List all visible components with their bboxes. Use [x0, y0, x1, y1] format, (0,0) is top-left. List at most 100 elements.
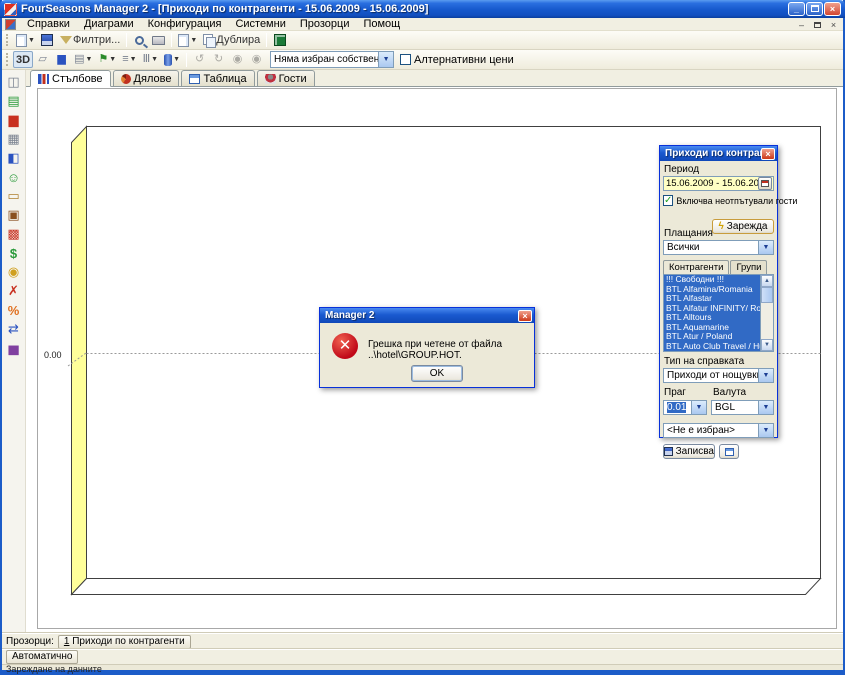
guest-stats-icon[interactable]: ▅ — [5, 339, 23, 357]
load-button[interactable]: ϟ Зарежда — [712, 219, 774, 234]
zoom-in-icon: ◉ — [233, 54, 243, 65]
vgrid-button[interactable]: Ⅲ▼ — [140, 51, 162, 68]
template-dropdown-icon[interactable]: ▼ — [758, 424, 773, 437]
mdi-minimize-button[interactable]: – — [795, 19, 808, 30]
counterparty-listbox[interactable]: !!! Свободни !!! BTL Alfamina/Romania BT… — [663, 274, 774, 352]
save-button[interactable] — [38, 32, 57, 49]
zoom-in-button[interactable]: ◉ — [228, 51, 247, 68]
minimize-button[interactable]: _ — [788, 2, 805, 16]
include-guests-checkbox[interactable]: ✓ — [663, 195, 673, 206]
list-item[interactable]: BTL Auto Club Travel / Hunga — [664, 342, 760, 352]
bar-values-button[interactable]: ▆ — [52, 51, 71, 68]
window-title: FourSeasons Manager 2 - [Приходи по конт… — [21, 3, 787, 15]
dialog-close-button[interactable]: × — [518, 310, 532, 322]
copy-button[interactable]: ▼ — [175, 32, 200, 49]
menu-diagrami[interactable]: Диаграми — [78, 18, 140, 31]
list-item[interactable]: BTL Alfamina/Romania — [664, 285, 760, 295]
list-item[interactable]: !!! Свободни !!! — [664, 275, 760, 285]
automatic-button[interactable]: Автоматично — [6, 650, 78, 664]
payments-combobox[interactable]: Всички ▼ — [663, 240, 774, 255]
toggle-3d-button[interactable]: 3D — [13, 51, 33, 68]
scroll-up-icon[interactable]: ▲ — [761, 275, 773, 287]
list-item[interactable]: BTL Alltours — [664, 313, 760, 323]
menu-konfiguracia[interactable]: Конфигурация — [142, 18, 228, 31]
panel-title-bar[interactable]: Приходи по контрагенти × — [660, 146, 777, 161]
perspective-icon: ▱ — [38, 54, 46, 65]
ok-button[interactable]: OK — [411, 365, 463, 382]
currency-dropdown-icon[interactable]: ▼ — [758, 401, 773, 414]
dollar-icon[interactable]: $ — [5, 244, 23, 262]
calendar-icon — [761, 180, 769, 187]
mdi-close-button[interactable]: × — [827, 19, 840, 30]
tab-grupi[interactable]: Групи — [730, 260, 767, 274]
toolbar-grip[interactable] — [6, 34, 9, 47]
calendar-button[interactable] — [758, 177, 772, 190]
duplicate-button[interactable]: Дублира — [200, 32, 263, 49]
list-item[interactable]: BTL Atur / Poland — [664, 332, 760, 342]
menu-pomosht[interactable]: Помощ — [357, 18, 406, 31]
filters-button[interactable]: Филтри... — [57, 32, 123, 49]
marks-button[interactable]: ⚑▼ — [95, 51, 119, 68]
windows-grid-icon[interactable]: ◫ — [5, 73, 23, 91]
export-excel-button[interactable] — [270, 32, 289, 49]
list-item[interactable]: BTL Alfastar — [664, 294, 760, 304]
threshold-combobox[interactable]: 0.01 ▼ — [663, 400, 707, 415]
rotate-left-button[interactable]: ↺ — [190, 51, 209, 68]
save-report-button[interactable]: Записва — [663, 444, 715, 459]
perspective-button[interactable]: ▱ — [33, 51, 52, 68]
grid-view-button[interactable] — [719, 444, 739, 459]
window-1-button[interactable]: 1 Приходи по контрагенти — [58, 635, 191, 649]
payments-dropdown-icon[interactable]: ▼ — [758, 241, 773, 254]
period-field[interactable]: 15.06.2009 - 15.06.2009 — [663, 176, 774, 191]
toolbar-grip[interactable] — [6, 53, 9, 66]
print-preview-icon — [135, 36, 144, 45]
print-preview-button[interactable] — [130, 32, 149, 49]
owner-combo-dropdown-icon[interactable]: ▼ — [378, 52, 393, 67]
guests-icon[interactable]: ☺ — [5, 168, 23, 186]
tab-kontragenti[interactable]: Контрагенти — [663, 260, 729, 275]
report-type-dropdown-icon[interactable]: ▼ — [758, 369, 773, 382]
color-chart-icon[interactable]: ▆ — [5, 111, 23, 129]
coins-icon[interactable]: ◉ — [5, 263, 23, 281]
report-type-combobox[interactable]: Приходи от нощувки ▼ — [663, 368, 774, 383]
export-page-icon[interactable]: ▤ — [5, 92, 23, 110]
cut-percent-icon[interactable]: % — [5, 301, 23, 319]
menu-prozorci[interactable]: Прозорци — [294, 18, 356, 31]
folder-icon[interactable]: ▭ — [5, 187, 23, 205]
list-item[interactable]: BTL Alfatur INFINITY/ Romani — [664, 304, 760, 314]
cut-red-icon[interactable]: ✗ — [5, 282, 23, 300]
tab-dyalove[interactable]: Дялове — [113, 70, 180, 86]
currency-combobox[interactable]: BGL ▼ — [711, 400, 774, 415]
mdi-restore-button[interactable] — [811, 19, 824, 30]
series-style-button[interactable]: ▼ — [161, 51, 183, 68]
cards-icon[interactable]: ▣ — [5, 206, 23, 224]
scroll-thumb[interactable] — [761, 287, 773, 303]
tab-stalbove[interactable]: Стълбове — [30, 70, 111, 87]
tab-gosti[interactable]: Гости — [257, 70, 315, 86]
transfer-icon[interactable]: ⇄ — [5, 320, 23, 338]
hgrid-button[interactable]: ≡▼ — [119, 51, 139, 68]
red-grid-icon[interactable]: ▩ — [5, 225, 23, 243]
list-scrollbar[interactable]: ▲ ▼ — [760, 275, 773, 351]
template-combobox[interactable]: <Не е избран> ▼ — [663, 423, 774, 438]
copy-window-icon[interactable]: ◧ — [5, 149, 23, 167]
threshold-dropdown-icon[interactable]: ▼ — [691, 401, 706, 414]
tab-tablica[interactable]: Таблица — [181, 70, 254, 86]
list-item[interactable]: BTL Aquamarine — [664, 323, 760, 333]
scroll-down-icon[interactable]: ▼ — [761, 339, 773, 351]
error-dialog: Manager 2 × ✕ Грешка при четене от файла… — [319, 307, 535, 388]
owner-combobox[interactable]: Няма избран собственици ▼ — [270, 51, 394, 68]
rotate-right-button[interactable]: ↻ — [209, 51, 228, 68]
restore-button[interactable] — [806, 2, 823, 16]
zoom-out-button[interactable]: ◉ — [247, 51, 266, 68]
calculator-icon[interactable]: ▦ — [5, 130, 23, 148]
close-button[interactable]: × — [824, 2, 841, 16]
menu-sistemni[interactable]: Системни — [229, 18, 291, 31]
panel-close-button[interactable]: × — [761, 148, 775, 160]
new-button[interactable]: ▼ — [13, 32, 38, 49]
dialog-title-bar[interactable]: Manager 2 × — [320, 308, 534, 323]
legend-button[interactable]: ▤▼ — [71, 51, 95, 68]
alt-prices-checkbox[interactable] — [400, 54, 411, 65]
menu-spravki[interactable]: Справки — [21, 18, 76, 31]
print-button[interactable] — [149, 32, 168, 49]
